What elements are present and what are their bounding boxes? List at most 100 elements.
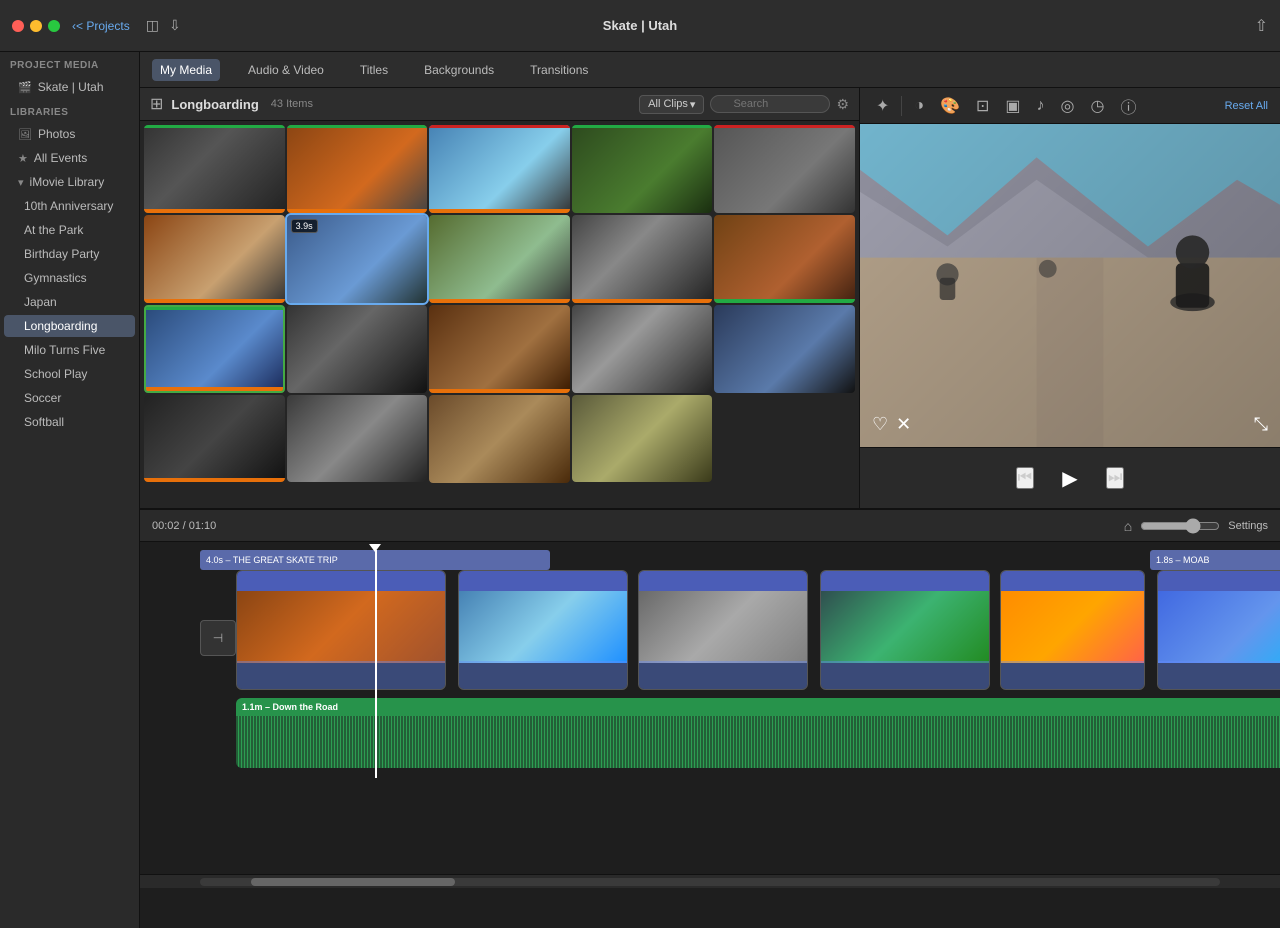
expand-icon[interactable]: ⤡ [1254, 414, 1268, 434]
expand-icon-wrapper: ⤡ [1254, 414, 1268, 435]
clips-selector[interactable]: All Clips ▾ [639, 95, 704, 114]
media-clip-8[interactable] [429, 215, 570, 303]
tab-audio-video[interactable]: Audio & Video [240, 59, 332, 81]
sidebar-item-all-events[interactable]: ★ All Events [4, 147, 135, 169]
sidebar-item-imovie-library[interactable]: ▾ iMovie Library [4, 171, 135, 193]
traffic-lights [12, 20, 60, 32]
export-button[interactable]: ⇧ [1255, 16, 1268, 36]
sidebar-item-milo[interactable]: Milo Turns Five [4, 339, 135, 361]
timeline-content[interactable]: 4.0s – THE GREAT SKATE TRIP 1.8s – MOAB … [140, 542, 1280, 874]
color-board-button[interactable]: 🎨 [936, 94, 964, 118]
media-clip-6[interactable] [144, 215, 285, 303]
title-clip-2[interactable]: 1.8s – MOAB [1150, 550, 1280, 570]
back-button[interactable]: ‹ < Projects [72, 19, 130, 33]
skip-back-button[interactable]: ⏮ [1016, 467, 1034, 489]
grid-view-button[interactable]: ◫ [146, 17, 159, 34]
speed-button[interactable]: ◎ [1057, 94, 1079, 118]
media-clip-11[interactable] [144, 305, 285, 393]
sidebar-item-anniversary[interactable]: 10th Anniversary [4, 195, 135, 217]
audio-clip-1[interactable]: 1.1m – Down the Road [236, 698, 1280, 768]
skip-left-marker[interactable]: ⊣ [200, 620, 236, 656]
fullscreen-button[interactable] [48, 20, 60, 32]
reject-icon[interactable]: ✕ [896, 414, 911, 435]
sidebar: PROJECT MEDIA 🎬 Skate | Utah LIBRARIES 🖼… [0, 52, 140, 928]
media-clip-7[interactable]: 3.9s [287, 215, 428, 303]
media-clip-13[interactable] [429, 305, 570, 393]
media-clip-9[interactable] [572, 215, 713, 303]
import-button[interactable]: ⇩ [169, 17, 181, 34]
settings-button[interactable]: Settings [1228, 520, 1268, 532]
timeline-scrollbar [140, 874, 1280, 888]
sidebar-item-photos[interactable]: 🖼 Photos [4, 123, 135, 145]
sidebar-item-gymnastics[interactable]: Gymnastics [4, 267, 135, 289]
skip-forward-button[interactable]: ⏭ [1106, 467, 1124, 489]
media-clip-18[interactable] [429, 395, 570, 483]
video-clip-6[interactable] [1157, 570, 1280, 690]
media-clip-5[interactable] [714, 125, 855, 213]
scrollbar-thumb[interactable] [251, 878, 455, 886]
sidebar-item-longboarding[interactable]: Longboarding [4, 315, 135, 337]
browser-controls: All Clips ▾ 🔍 ⚙ [639, 95, 849, 114]
media-clip-1[interactable] [144, 125, 285, 213]
preview-frame-svg [860, 124, 1280, 447]
color-balance-button[interactable]: ◑ [910, 95, 928, 117]
media-clip-3[interactable] [429, 125, 570, 213]
sidebar-item-birthday[interactable]: Birthday Party [4, 243, 135, 265]
playhead[interactable] [375, 550, 377, 778]
stabilization-button[interactable]: ◷ [1087, 94, 1109, 118]
search-wrapper: 🔍 [710, 95, 830, 113]
duration-badge: 3.9s [291, 219, 318, 233]
home-icon[interactable]: ⌂ [1124, 518, 1132, 534]
close-button[interactable] [12, 20, 24, 32]
preview-toolbar-right: Reset All [1225, 100, 1268, 112]
sidebar-item-park[interactable]: At the Park [4, 219, 135, 241]
reset-all-button[interactable]: Reset All [1225, 100, 1268, 112]
media-clip-16[interactable] [144, 395, 285, 483]
search-input[interactable] [710, 95, 830, 113]
camera-button[interactable]: ▣ [1001, 94, 1024, 118]
play-button[interactable]: ▶ [1054, 462, 1086, 494]
favorite-icon[interactable]: ♡ [872, 414, 888, 435]
timecode: 00:02 / 01:10 [152, 520, 216, 532]
video-clip-3[interactable] [638, 570, 808, 690]
audio-track: 1.1m – Down the Road [200, 698, 1280, 778]
main-area: PROJECT MEDIA 🎬 Skate | Utah LIBRARIES 🖼… [0, 52, 1280, 928]
tab-transitions[interactable]: Transitions [522, 59, 596, 81]
zoom-slider[interactable] [1140, 518, 1220, 534]
preview-controls: ⏮ ▶ ⏭ [860, 447, 1280, 508]
sidebar-item-japan[interactable]: Japan [4, 291, 135, 313]
audio-button[interactable]: ♪ [1033, 95, 1049, 117]
sidebar-item-project[interactable]: 🎬 Skate | Utah [4, 76, 135, 98]
crop-button[interactable]: ⊡ [972, 94, 993, 118]
tab-my-media[interactable]: My Media [152, 59, 220, 81]
video-clip-5[interactable] [1000, 570, 1145, 690]
media-clip-17[interactable] [287, 395, 428, 483]
preview-toolbar: ✦ ◑ 🎨 ⊡ ▣ ♪ ◎ ◷ ⓘ Reset All [860, 88, 1280, 124]
media-clip-2[interactable] [287, 125, 428, 213]
tab-titles[interactable]: Titles [352, 59, 396, 81]
minimize-button[interactable] [30, 20, 42, 32]
media-clip-14[interactable] [572, 305, 713, 393]
sidebar-item-softball[interactable]: Softball [4, 411, 135, 433]
media-clip-10[interactable] [714, 215, 855, 303]
video-clip-4[interactable] [820, 570, 990, 690]
sidebar-item-school[interactable]: School Play [4, 363, 135, 385]
sidebar-item-soccer[interactable]: Soccer [4, 387, 135, 409]
video-clip-1[interactable] [236, 570, 446, 690]
video-clip-2[interactable] [458, 570, 628, 690]
scrollbar-track[interactable] [200, 878, 1220, 886]
timeline-tracks: 4.0s – THE GREAT SKATE TRIP 1.8s – MOAB … [200, 550, 1280, 778]
media-clip-19[interactable] [572, 395, 713, 483]
audio-waveform-visual [236, 716, 1280, 768]
media-grid: 3.9s [140, 121, 859, 508]
toggle-view-icon[interactable]: ⊞ [150, 94, 163, 114]
info-button[interactable]: ⓘ [1116, 92, 1140, 120]
media-clip-12[interactable] [287, 305, 428, 393]
skip-left-icon: ⊣ [213, 631, 223, 645]
settings-icon[interactable]: ⚙ [836, 96, 849, 113]
tab-backgrounds[interactable]: Backgrounds [416, 59, 502, 81]
magic-wand-button[interactable]: ✦ [872, 94, 893, 118]
media-clip-4[interactable] [572, 125, 713, 213]
media-clip-15[interactable] [714, 305, 855, 393]
photos-icon: 🖼 [18, 128, 32, 141]
